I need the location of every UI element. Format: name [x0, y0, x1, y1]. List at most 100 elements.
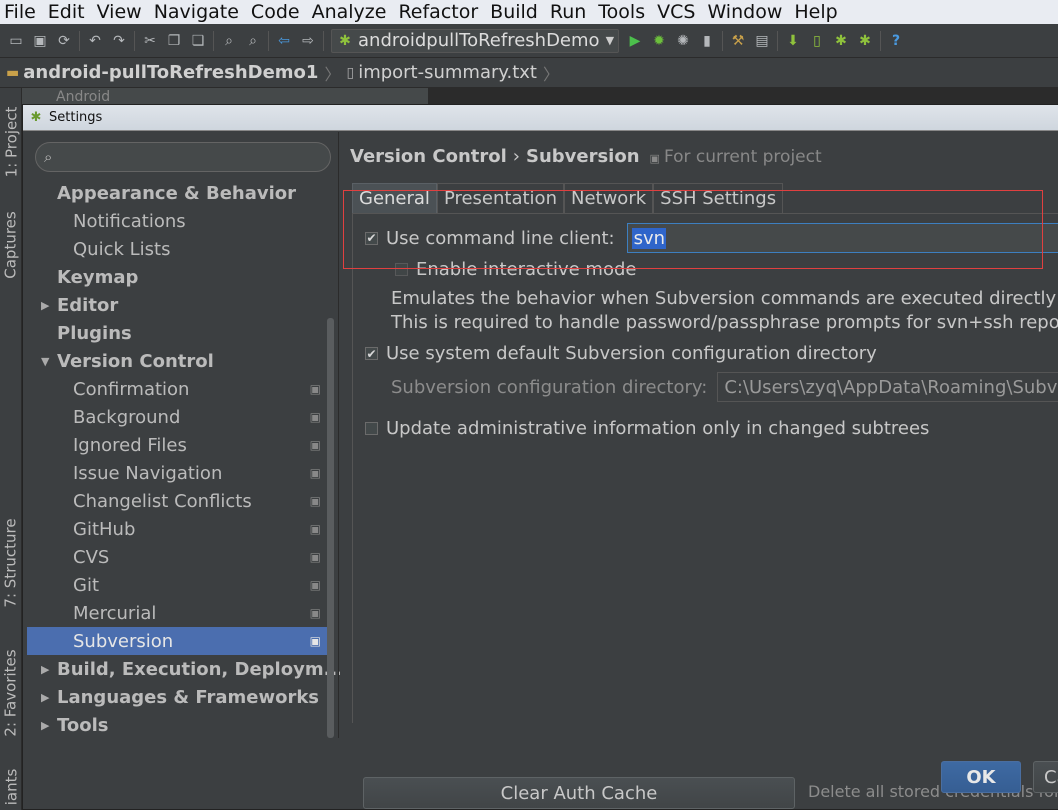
command-line-client-field[interactable] [626, 223, 1058, 253]
tool-window-build-variants[interactable]: iants [0, 764, 22, 810]
tab-network[interactable]: Network [563, 183, 654, 213]
settings-tree-item-editor[interactable]: ▶ Editor [27, 291, 327, 319]
menu-edit[interactable]: Edit [48, 1, 85, 23]
dialog-title-bar[interactable]: ✱ Settings [23, 105, 1058, 131]
android-sdk-icon[interactable]: ✱ [856, 32, 874, 50]
settings-tree-item-confirmation[interactable]: Confirmation ▣ [27, 375, 327, 403]
settings-tree-item-mercurial[interactable]: Mercurial ▣ [27, 599, 327, 627]
menu-help[interactable]: Help [794, 1, 837, 23]
settings-tree-item-languages-frameworks[interactable]: ▶ Languages & Frameworks [27, 683, 327, 711]
clear-auth-cache-button[interactable]: Clear Auth Cache [363, 777, 795, 809]
settings-tree-item-changelist-conflicts[interactable]: Changelist Conflicts ▣ [27, 487, 327, 515]
subversion-tabs: General Presentation Network SSH Settings [352, 183, 784, 213]
stop-icon[interactable]: ▮ [698, 32, 716, 50]
run-icon[interactable]: ▶ [626, 32, 644, 50]
sdk-manager-icon[interactable]: ▤ [753, 32, 771, 50]
settings-tree-item-issue-navigation[interactable]: Issue Navigation ▣ [27, 459, 327, 487]
settings-tree-item-subversion[interactable]: Subversion ▣ [27, 627, 327, 655]
find-icon[interactable]: ⌕ [220, 32, 238, 50]
menu-build[interactable]: Build [490, 1, 538, 23]
tab-presentation[interactable]: Presentation [436, 183, 564, 213]
menu-code[interactable]: Code [251, 1, 300, 23]
tab-general[interactable]: General [352, 183, 437, 213]
settings-tree-item-cvs[interactable]: CVS ▣ [27, 543, 327, 571]
settings-tree-item-build-execution-deploym[interactable]: ▶ Build, Execution, Deploym... [27, 655, 344, 683]
config-dir-field[interactable]: C:\Users\zyq\AppData\Roaming\Subvers [717, 372, 1058, 402]
command-line-client-input[interactable] [631, 227, 666, 249]
settings-tree-item-label: Quick Lists [73, 238, 171, 260]
tool-window-project[interactable]: 1: Project [0, 92, 22, 192]
menu-view[interactable]: View [97, 1, 142, 23]
settings-tree-item-ignored-files[interactable]: Ignored Files ▣ [27, 431, 327, 459]
redo-icon[interactable]: ↷ [110, 32, 128, 50]
menu-analyze[interactable]: Analyze [312, 1, 387, 23]
chevron-right-icon[interactable]: ▶ [41, 299, 49, 312]
back-icon[interactable]: ⇦ [275, 32, 293, 50]
use-command-line-client-checkbox[interactable]: ✔ [365, 231, 378, 245]
chevron-right-icon[interactable]: ▶ [41, 663, 49, 676]
breadcrumb-file[interactable]: ▯ import-summary.txt [346, 62, 537, 83]
menu-tools[interactable]: Tools [598, 1, 645, 23]
open-folder-icon[interactable]: ▭ [7, 32, 25, 50]
settings-tree-item-version-control[interactable]: ▼ Version Control [27, 347, 327, 375]
device-monitor-icon[interactable]: ✱ [832, 32, 850, 50]
attach-debugger-icon[interactable]: ✺ [674, 32, 692, 50]
menu-window[interactable]: Window [707, 1, 782, 23]
settings-tree-item-tools[interactable]: ▶ Tools [27, 711, 327, 739]
help-icon[interactable]: ? [887, 32, 905, 50]
settings-search[interactable]: ⌕ [35, 142, 331, 172]
use-default-config-dir-label: Use system default Subversion configurat… [386, 343, 877, 364]
menubar: File Edit View Navigate Code Analyze Refactor B… [0, 0, 1058, 24]
ok-button[interactable]: OK [941, 761, 1021, 793]
settings-tree-item-plugins[interactable]: Plugins [27, 319, 327, 347]
chevron-right-icon[interactable]: ▶ [41, 719, 49, 732]
sync-icon[interactable]: ⟳ [55, 32, 73, 50]
project-scope-hint: ▣ For current project [650, 147, 822, 167]
settings-tree-item-label: Subversion [73, 630, 174, 652]
breadcrumb-project[interactable]: ▬ android-pullToRefreshDemo1 [6, 62, 318, 83]
menu-vcs[interactable]: VCS [657, 1, 695, 23]
enable-interactive-mode-row: Enable interactive mode [395, 259, 636, 280]
tool-window-structure[interactable]: 7: Structure [0, 508, 22, 618]
settings-tree-item-github[interactable]: GitHub ▣ [27, 515, 327, 543]
settings-tree-item-appearance-behavior[interactable]: Appearance & Behavior [27, 179, 327, 207]
settings-search-input[interactable] [58, 148, 309, 166]
cancel-button[interactable]: Ca [1033, 761, 1058, 793]
save-icon[interactable]: ▣ [31, 32, 49, 50]
settings-tree-item-label: Ignored Files [73, 434, 187, 456]
avd-manager-icon[interactable]: ▯ [808, 32, 826, 50]
tool-window-captures[interactable]: Captures [0, 200, 22, 290]
update-admin-info-checkbox[interactable] [365, 422, 378, 435]
settings-tree-item-quick-lists[interactable]: Quick Lists [27, 235, 327, 263]
paste-icon[interactable]: ❏ [189, 32, 207, 50]
text-file-icon: ▯ [346, 64, 355, 81]
enable-interactive-mode-checkbox[interactable] [395, 263, 408, 276]
debug-icon[interactable]: ✹ [650, 32, 668, 50]
toolbar-separator [268, 30, 269, 51]
project-scope-icon: ▣ [649, 152, 660, 165]
project-structure-icon[interactable]: ⚒ [729, 32, 747, 50]
settings-tree-item-git[interactable]: Git ▣ [27, 571, 327, 599]
settings-tree-item-label: Editor [57, 294, 119, 316]
project-scope-icon: ▣ [309, 494, 321, 508]
settings-tree-scrollbar[interactable] [327, 318, 334, 738]
tab-ssh-settings[interactable]: SSH Settings [653, 183, 784, 213]
tool-window-favorites[interactable]: 2: Favorites [0, 638, 22, 748]
settings-tree-item-background[interactable]: Background ▣ [27, 403, 327, 431]
chevron-right-icon[interactable]: ▶ [41, 691, 49, 704]
cut-icon[interactable]: ✂ [141, 32, 159, 50]
menu-run[interactable]: Run [550, 1, 586, 23]
menu-file[interactable]: File [4, 1, 36, 23]
use-default-config-dir-checkbox[interactable]: ✔ [365, 347, 378, 361]
run-configuration-select[interactable]: ✱ androidpullToRefreshDemo ▼ [331, 28, 620, 53]
menu-navigate[interactable]: Navigate [154, 1, 239, 23]
gradle-sync-icon[interactable]: ⬇ [784, 32, 802, 50]
undo-icon[interactable]: ↶ [86, 32, 104, 50]
menu-refactor[interactable]: Refactor [398, 1, 478, 23]
chevron-down-icon[interactable]: ▼ [41, 355, 49, 368]
replace-icon[interactable]: ⌕ [244, 32, 262, 50]
copy-icon[interactable]: ❐ [165, 32, 183, 50]
forward-icon[interactable]: ⇨ [299, 32, 317, 50]
settings-tree-item-notifications[interactable]: Notifications [27, 207, 327, 235]
settings-tree-item-keymap[interactable]: Keymap [27, 263, 327, 291]
